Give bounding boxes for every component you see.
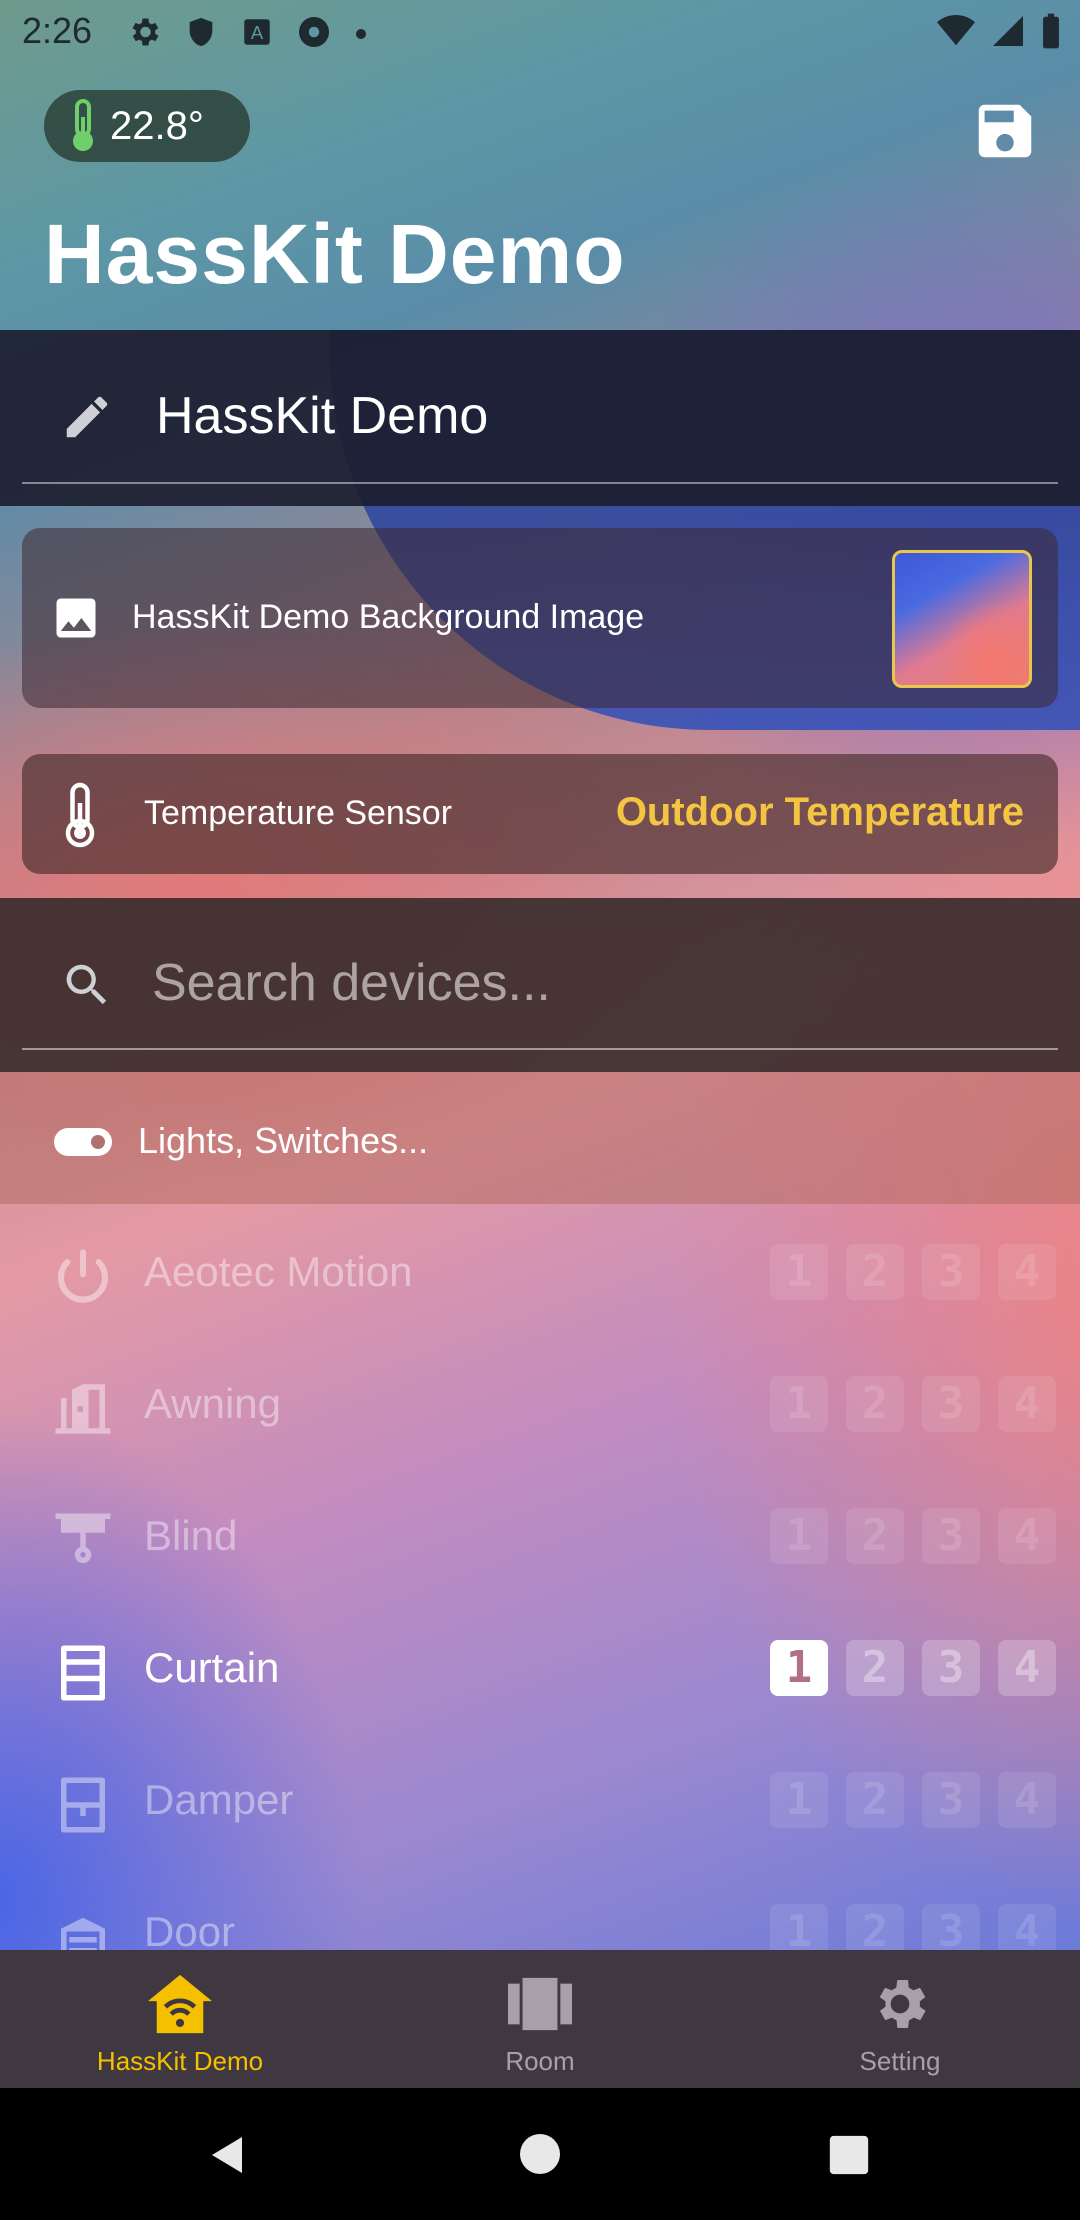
- signal-icon: [993, 16, 1023, 46]
- font-status-icon: A: [244, 19, 270, 45]
- slot-button-2[interactable]: 2: [846, 1640, 904, 1696]
- slot-button-1[interactable]: 1: [770, 1376, 828, 1432]
- temperature-sensor-card[interactable]: Temperature Sensor Outdoor Temperature: [22, 754, 1058, 874]
- search-input[interactable]: [150, 946, 1034, 1020]
- shield-status-icon: [189, 17, 213, 47]
- slot-group: 1234: [770, 1772, 1056, 1828]
- temperature-sensor-label: Temperature Sensor: [144, 794, 453, 832]
- thermometer-icon: [73, 99, 93, 151]
- power-icon: [58, 1249, 108, 1303]
- awning-icon: [55, 1384, 111, 1434]
- dot-status-icon: [356, 29, 366, 39]
- slot-button-3[interactable]: 3: [922, 1640, 980, 1696]
- device-list: Aeotec Motion 1234 Awning 1234 Blind 123…: [0, 1204, 1080, 1950]
- slot-group: 1234: [770, 1376, 1056, 1432]
- settings-status-icon: [132, 18, 159, 46]
- device-row[interactable]: Damper 1234: [0, 1732, 1080, 1864]
- back-icon[interactable]: [204, 2130, 252, 2180]
- slot-button-2[interactable]: 2: [846, 1244, 904, 1300]
- slot-button-4[interactable]: 4: [998, 1244, 1056, 1300]
- device-name: Door: [144, 1908, 236, 1950]
- wifi-icon: [937, 15, 975, 46]
- device-name: Aeotec Motion: [144, 1248, 413, 1295]
- nav-item-hasskit-demo[interactable]: HassKit Demo: [0, 1950, 360, 2088]
- device-row[interactable]: Aeotec Motion 1234: [0, 1204, 1080, 1336]
- device-row[interactable]: Awning 1234: [0, 1336, 1080, 1468]
- status-time: 2:26: [22, 10, 93, 51]
- battery-icon: [1043, 13, 1059, 49]
- soccer-status-icon: [299, 17, 329, 47]
- damper-icon: [61, 1777, 105, 1833]
- slot-button-4[interactable]: 4: [998, 1508, 1056, 1564]
- temperature-sensor-value[interactable]: Outdoor Temperature: [616, 790, 1024, 835]
- nav-label: Room: [505, 2046, 575, 2076]
- slot-button-1[interactable]: 1: [770, 1772, 828, 1828]
- slot-button-1[interactable]: 1: [770, 1904, 828, 1950]
- slot-group: 1234: [770, 1244, 1056, 1300]
- slot-button-2[interactable]: 2: [846, 1772, 904, 1828]
- home-icon[interactable]: [516, 2130, 564, 2178]
- room-icon: [508, 1977, 572, 2031]
- save-icon[interactable]: [970, 96, 1040, 166]
- search-icon: [66, 964, 107, 1005]
- background-image-card[interactable]: HassKit Demo Background Image: [22, 528, 1058, 708]
- device-name: Blind: [144, 1512, 238, 1559]
- device-row[interactable]: Door 1234: [0, 1864, 1080, 1950]
- temperature-chip: 22.8°: [44, 90, 250, 162]
- background-image-label: HassKit Demo Background Image: [132, 598, 645, 636]
- filter-label: Lights, Switches...: [138, 1120, 429, 1161]
- slot-button-2[interactable]: 2: [846, 1904, 904, 1950]
- device-row[interactable]: Curtain 1234: [0, 1600, 1080, 1732]
- slot-button-4[interactable]: 4: [998, 1376, 1056, 1432]
- pencil-icon: [66, 396, 108, 438]
- search-bar: [0, 898, 1080, 1072]
- nav-item-room[interactable]: Room: [360, 1950, 720, 2088]
- name-field-underline: [22, 482, 1058, 484]
- slot-button-4[interactable]: 4: [998, 1640, 1056, 1696]
- device-name: Awning: [144, 1380, 281, 1427]
- nav-label: HassKit Demo: [96, 2046, 264, 2076]
- home-wifi-icon: [148, 1974, 212, 2034]
- status-bar: 2:26 A: [0, 0, 1080, 66]
- device-row[interactable]: Blind 1234: [0, 1468, 1080, 1600]
- gear-icon: [879, 1980, 926, 2028]
- image-icon: [56, 598, 96, 638]
- recents-icon[interactable]: [826, 2132, 872, 2178]
- slot-button-4[interactable]: 4: [998, 1904, 1056, 1950]
- slot-button-2[interactable]: 2: [846, 1376, 904, 1432]
- name-field[interactable]: HassKit Demo: [0, 330, 1080, 506]
- slot-group: 1234: [770, 1904, 1056, 1950]
- nav-item-setting[interactable]: Setting: [720, 1950, 1080, 2088]
- filter-toggle[interactable]: [54, 1128, 112, 1156]
- temperature-value: 22.8°: [110, 103, 204, 148]
- slot-group: 1234: [770, 1508, 1056, 1564]
- slot-button-2[interactable]: 2: [846, 1508, 904, 1564]
- blind-icon: [55, 1513, 111, 1564]
- slot-button-3[interactable]: 3: [922, 1508, 980, 1564]
- nav-label: Setting: [859, 2046, 941, 2076]
- device-name: Damper: [144, 1776, 294, 1823]
- background-image-thumbnail[interactable]: [892, 550, 1032, 688]
- slot-button-4[interactable]: 4: [998, 1772, 1056, 1828]
- slot-button-3[interactable]: 3: [922, 1376, 980, 1432]
- slot-button-1[interactable]: 1: [770, 1244, 828, 1300]
- bottom-navigation: HassKit Demo Room Setting: [0, 1950, 1080, 2088]
- door-icon: [61, 1917, 105, 1950]
- slot-button-3[interactable]: 3: [922, 1772, 980, 1828]
- slot-button-1[interactable]: 1: [770, 1508, 828, 1564]
- name-field-value: HassKit Demo: [156, 387, 489, 445]
- page-title: HassKit Demo: [44, 207, 626, 301]
- device-filter[interactable]: Lights, Switches...: [0, 1072, 1080, 1204]
- slot-button-3[interactable]: 3: [922, 1244, 980, 1300]
- slot-group: 1234: [770, 1640, 1056, 1696]
- system-navigation-bar: [0, 2088, 1080, 2220]
- device-name: Curtain: [144, 1644, 280, 1691]
- svg-text:A: A: [251, 22, 264, 43]
- thermometer-icon: [65, 782, 95, 848]
- curtain-icon: [61, 1645, 105, 1701]
- slot-button-3[interactable]: 3: [922, 1904, 980, 1950]
- slot-button-1[interactable]: 1: [770, 1640, 828, 1696]
- search-underline: [22, 1048, 1058, 1050]
